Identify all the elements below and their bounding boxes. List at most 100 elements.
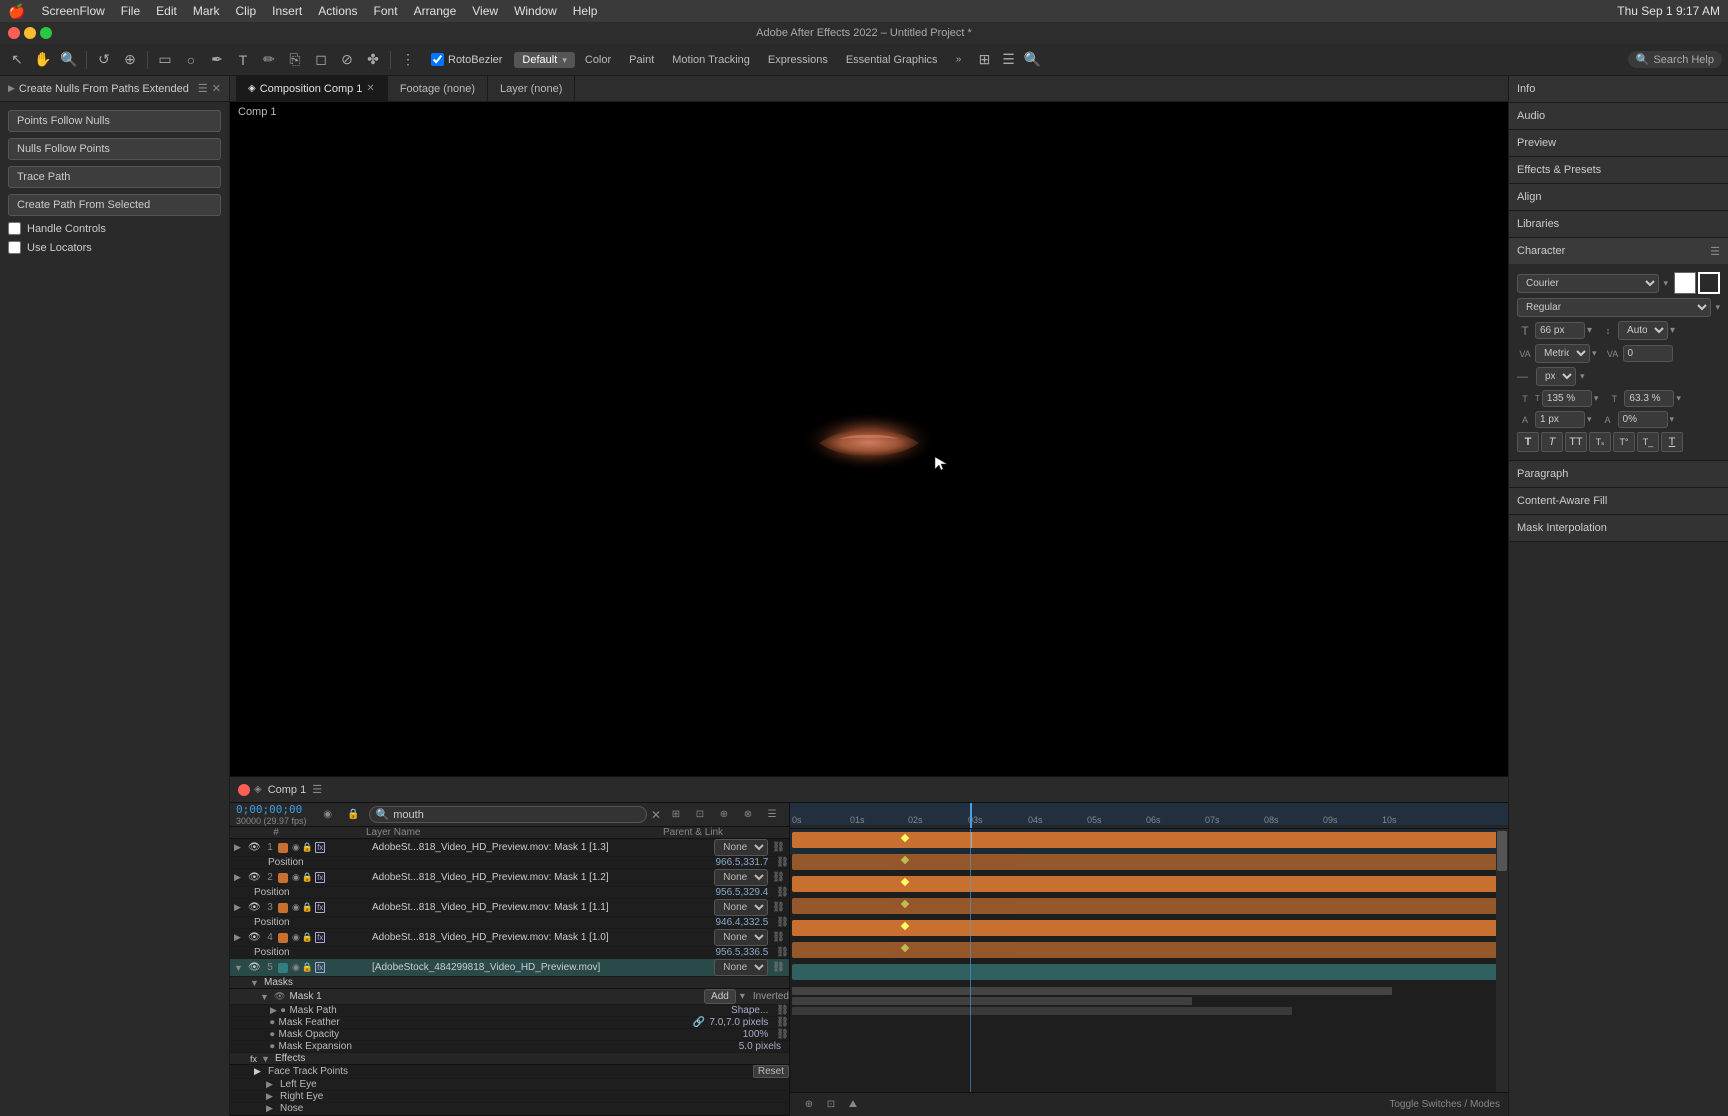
left-eye-expand[interactable]: ▶ xyxy=(266,1079,280,1090)
tl-close[interactable] xyxy=(238,784,250,796)
lock-icon-5[interactable]: 🔒 xyxy=(302,962,313,973)
checkbox-use-locators[interactable]: Use Locators xyxy=(8,241,221,254)
tl-nav-thumb[interactable] xyxy=(1497,831,1507,871)
comp-tab-comp1[interactable]: ◈ Composition Comp 1 ✕ xyxy=(236,76,388,102)
tl-foot-icon2[interactable]: ⊡ xyxy=(820,1094,842,1116)
playhead-marker[interactable] xyxy=(970,803,972,829)
tool-mask-ellipse[interactable]: ○ xyxy=(180,49,202,71)
layer-4-expand[interactable]: ▶ xyxy=(234,932,248,943)
tsume-input[interactable] xyxy=(1618,411,1668,428)
tracking-unit-select[interactable]: Metric xyxy=(1535,344,1590,363)
tool-zoom[interactable]: 🔍 xyxy=(58,49,80,71)
menu-help[interactable]: Help xyxy=(573,4,598,18)
tool-mask-rect[interactable]: ▭ xyxy=(154,49,176,71)
fx-icon-2[interactable]: fx xyxy=(315,872,325,883)
lock-icon-3[interactable]: 🔒 xyxy=(302,902,313,913)
pos-chain-icon[interactable]: ⛓ xyxy=(776,857,789,868)
layer-5-vis[interactable]: 👁 xyxy=(248,962,262,973)
tool-eraser[interactable]: ◻ xyxy=(310,49,332,71)
lock-icon-2[interactable]: 🔒 xyxy=(302,872,313,883)
comp-tab-close[interactable]: ✕ xyxy=(366,83,374,94)
layer-2-vis[interactable]: 👁 xyxy=(248,872,262,883)
stroke-width-select[interactable]: px xyxy=(1536,367,1576,386)
font-name-arrow[interactable]: ▾ xyxy=(1663,278,1668,289)
menu-file[interactable]: File xyxy=(121,4,140,18)
btn-create-path-from-selected[interactable]: Create Path From Selected xyxy=(8,194,221,216)
baseline-arrow[interactable]: ▾ xyxy=(1587,414,1592,425)
btn-trace-path[interactable]: Trace Path xyxy=(8,166,221,188)
layer-2-parent[interactable]: None xyxy=(714,869,768,886)
tool-anchor[interactable]: ⊕ xyxy=(119,49,141,71)
tool-hand[interactable]: ✋ xyxy=(32,49,54,71)
reset-btn[interactable]: Reset xyxy=(753,1065,789,1078)
fx-icon-3[interactable]: fx xyxy=(315,902,325,913)
layer-2-chain-icon[interactable]: ⛓ xyxy=(772,872,785,883)
tool-brush[interactable]: ✏ xyxy=(258,49,280,71)
face-track-row[interactable]: ▶ Face Track Points Reset xyxy=(230,1065,789,1079)
tool-clone[interactable]: ⎘ xyxy=(284,49,306,71)
menu-font[interactable]: Font xyxy=(374,4,398,18)
stroke-color-box[interactable] xyxy=(1698,272,1720,294)
layer-row-2[interactable]: ▶ 👁 2 ◉ 🔒 fx AdobeSt...818_Video_HD_Prev… xyxy=(230,869,789,887)
window-close[interactable] xyxy=(8,27,20,39)
layer-3-chain-icon[interactable]: ⛓ xyxy=(772,902,785,913)
solo-icon-5[interactable]: ◉ xyxy=(292,962,300,973)
style-superscript[interactable]: T° xyxy=(1613,432,1635,452)
tl-icon1[interactable]: ⊞ xyxy=(665,804,687,826)
style-all-caps[interactable]: TT xyxy=(1565,432,1587,452)
layer-row-4[interactable]: ▶ 👁 4 ◉ 🔒 fx AdobeSt...818_Video_HD_Prev… xyxy=(230,929,789,947)
style-subscript[interactable]: T_ xyxy=(1637,432,1659,452)
layer-3-vis[interactable]: 👁 xyxy=(248,902,262,913)
icon-viewer-grid[interactable]: ⊞ xyxy=(974,49,996,71)
layers-search[interactable]: 🔍 xyxy=(369,806,647,823)
face-track-expand[interactable]: ▶ xyxy=(254,1066,268,1077)
font-name-select[interactable]: Courier xyxy=(1517,274,1659,293)
style-small-caps[interactable]: Tₛ xyxy=(1589,432,1611,452)
use-locators-input[interactable] xyxy=(8,241,21,254)
lock-icon[interactable]: 🔒 xyxy=(302,842,313,853)
layer-row-1[interactable]: ▶ 👁 1 ◉ 🔒 fx AdobeSt...818_Video_HD_Prev… xyxy=(230,839,789,857)
mask-opacity-row[interactable]: ⏺ Mask Opacity 100% ⛓ xyxy=(230,1029,789,1041)
mask-path-expand[interactable]: ▶ xyxy=(270,1005,277,1016)
comp-tab-footage[interactable]: Footage (none) xyxy=(388,76,488,102)
tool-pen[interactable]: ✒ xyxy=(206,49,228,71)
scale-h-arrow[interactable]: ▾ xyxy=(1594,393,1599,404)
btn-nulls-follow-points[interactable]: Nulls Follow Points xyxy=(8,138,221,160)
layer-row-5[interactable]: ▼ 👁 5 ◉ 🔒 fx [AdobeStock_484299818_Video… xyxy=(230,959,789,977)
kerning-input[interactable] xyxy=(1623,345,1673,362)
mask-add-btn[interactable]: Add xyxy=(704,989,736,1004)
menu-window[interactable]: Window xyxy=(514,4,557,18)
right-eye-expand[interactable]: ▶ xyxy=(266,1091,280,1102)
tl-icon4[interactable]: ⊗ xyxy=(737,804,759,826)
workspace-tab-essential[interactable]: Essential Graphics xyxy=(838,52,946,68)
section-caf-header[interactable]: Content-Aware Fill xyxy=(1509,488,1728,514)
mask-feather-row[interactable]: ⏺ Mask Feather 🔗 7.0,7.0 pixels ⛓ xyxy=(230,1017,789,1029)
workspace-tab-default[interactable]: Default ▾ xyxy=(514,52,574,68)
layer-5-expand[interactable]: ▼ xyxy=(234,963,248,973)
stroke-arrow[interactable]: ▾ xyxy=(1580,371,1585,382)
menu-view[interactable]: View xyxy=(472,4,498,18)
layer-1-parent[interactable]: None xyxy=(714,839,768,856)
menu-screenflow[interactable]: ScreenFlow xyxy=(41,4,104,18)
switches-modes-label[interactable]: Toggle Switches / Modes xyxy=(1389,1099,1500,1110)
comp-tab-layer[interactable]: Layer (none) xyxy=(488,76,575,102)
mask-path-row[interactable]: ▶ ⏺ Mask Path Shape... ⛓ xyxy=(230,1005,789,1017)
style-bold[interactable]: T xyxy=(1517,432,1539,452)
section-info-header[interactable]: Info xyxy=(1509,76,1728,102)
tool-select[interactable]: ↖ xyxy=(6,49,28,71)
section-effects-presets-header[interactable]: Effects & Presets xyxy=(1509,157,1728,183)
mask-add-arrow[interactable]: ▾ xyxy=(740,991,745,1002)
tl-lock-icon[interactable]: 🔒 xyxy=(343,804,365,826)
layer-3-expand[interactable]: ▶ xyxy=(234,902,248,913)
checkbox-handle-controls[interactable]: Handle Controls xyxy=(8,222,221,235)
menu-mark[interactable]: Mark xyxy=(193,4,220,18)
panel-menu-icon[interactable]: ☰ xyxy=(198,82,208,95)
layer-3-parent[interactable]: None xyxy=(714,899,768,916)
fill-color-box[interactable] xyxy=(1674,272,1696,294)
rotobezier-checkbox[interactable] xyxy=(431,53,444,66)
layer-1-expand[interactable]: ▶ xyxy=(234,842,248,853)
layer-3-position-row[interactable]: Position 946.4,332.5 ⛓ xyxy=(230,917,789,929)
tl-foot-icon1[interactable]: ⊕ xyxy=(798,1094,820,1116)
tool-roto[interactable]: ⊘ xyxy=(336,49,358,71)
menu-arrange[interactable]: Arrange xyxy=(414,4,457,18)
